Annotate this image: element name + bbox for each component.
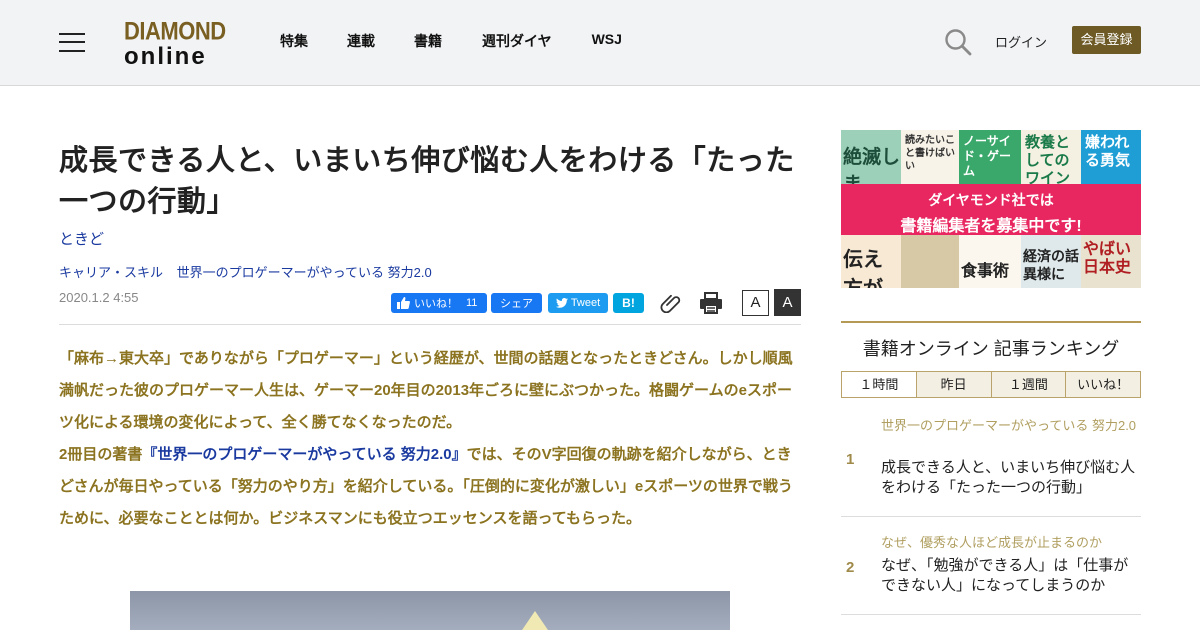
- author-link[interactable]: ときど: [59, 228, 104, 249]
- tweet-button[interactable]: Tweet: [548, 293, 608, 313]
- facebook-like-button[interactable]: いいね！ 11: [391, 293, 487, 313]
- ranking-item[interactable]: 2 なぜ、優秀な人ほど成長が止まるのか なぜ、「勉強ができる人」は「仕事ができな…: [841, 534, 1141, 614]
- hatena-bookmark-button[interactable]: B!: [613, 293, 644, 313]
- lead-paragraph-2: 2冊目の著書『世界一のプロゲーマーがやっている 努力2.0』では、そのV字回復の…: [59, 439, 801, 535]
- twitter-bird-icon: [555, 298, 568, 308]
- ad-book-cover: 伝え方が: [841, 235, 901, 288]
- ad-book-cover: 教養としてのワイン: [1021, 130, 1081, 184]
- font-size-large-button[interactable]: A: [774, 289, 801, 316]
- search-icon[interactable]: [944, 28, 972, 56]
- like-label: いいね！: [414, 298, 458, 310]
- facebook-share-button[interactable]: シェア: [491, 293, 542, 313]
- series-link[interactable]: 世界一のプロゲーマーがやっている 努力2.0: [177, 265, 432, 280]
- register-button[interactable]: 会員登録: [1072, 26, 1141, 54]
- ad-book-cover: やばい日本史: [1081, 235, 1141, 288]
- rank-number: 1: [846, 451, 855, 468]
- rank-headline[interactable]: 成長できる人と、いまいち伸び悩む人をわける「たった一つの行動」: [881, 458, 1141, 498]
- nav-item-weekly[interactable]: 週刊ダイヤ: [482, 31, 552, 51]
- site-header: DIAMOND online 特集 連載 書籍 週刊ダイヤ WSJ ログイン 会…: [0, 0, 1200, 86]
- tab-likes[interactable]: いいね！: [1065, 372, 1140, 397]
- article-categories: キャリア・スキル 世界一のプロゲーマーがやっている 努力2.0: [59, 262, 442, 281]
- rank-number: 2: [846, 559, 855, 576]
- article-lead: 「麻布→東大卒」でありながら「プロゲーマー」という経歴が、世間の話題となったとき…: [59, 343, 801, 535]
- share-bar: いいね！ 11 シェア Tweet B!: [391, 293, 644, 313]
- login-link[interactable]: ログイン: [995, 32, 1047, 51]
- logo-line1: DIAMOND: [124, 16, 226, 46]
- ad-book-cover: ノーサイド・ゲーム: [959, 130, 1021, 184]
- ranking-top-border: [841, 321, 1141, 323]
- ad-book-cover: 絶滅しま: [841, 130, 901, 184]
- ranking-title: 書籍オンライン 記事ランキング: [862, 339, 1120, 359]
- ranking-divider: [841, 614, 1141, 615]
- recruit-ad-banner[interactable]: 絶滅しま 読みたいこと書けばいい ノーサイド・ゲーム 教養としてのワイン 嫌われ…: [841, 130, 1141, 288]
- hero-graphic: [520, 611, 550, 630]
- nav-item-features[interactable]: 特集: [280, 31, 308, 51]
- ranking-divider: [841, 516, 1141, 517]
- print-icon[interactable]: [699, 291, 723, 315]
- tweet-label: Tweet: [570, 297, 601, 309]
- category-link[interactable]: キャリア・スキル: [59, 265, 163, 280]
- menu-icon[interactable]: [59, 31, 85, 53]
- ad-book-cover: 嫌われる勇気: [1081, 130, 1141, 184]
- tab-yesterday[interactable]: 昨日: [915, 372, 991, 397]
- logo-line2: online: [124, 43, 207, 70]
- lead-prefix: 2冊目の著書: [59, 446, 143, 463]
- nav-item-wsj[interactable]: WSJ: [592, 31, 622, 51]
- tab-1-hour[interactable]: １時間: [842, 372, 916, 397]
- ranking-tabs: １時間 昨日 １週間 いいね！: [841, 371, 1141, 398]
- font-size-small-button[interactable]: A: [742, 290, 769, 316]
- tab-1-week[interactable]: １週間: [990, 372, 1066, 397]
- clip-icon[interactable]: [659, 291, 681, 314]
- lead-paragraph-1: 「麻布→東大卒」でありながら「プロゲーマー」という経歴が、世間の話題となったとき…: [59, 350, 793, 431]
- article-title: 成長できる人と、いまいち伸び悩む人をわける「たった一つの行動」: [59, 145, 795, 218]
- ad-book-cover: 経済の話 異様に: [1021, 235, 1081, 288]
- ranking-item[interactable]: 1 世界一のプロゲーマーがやっている 努力2.0 成長できる人と、いまいち伸び悩…: [841, 417, 1141, 497]
- ad-book-cover: [901, 235, 959, 288]
- nav-item-series[interactable]: 連載: [347, 31, 375, 51]
- main-nav: 特集 連載 書籍 週刊ダイヤ WSJ: [280, 31, 662, 51]
- rank-series[interactable]: 世界一のプロゲーマーがやっている 努力2.0: [881, 418, 1141, 434]
- ad-book-cover: 読みたいこと書けばいい: [901, 130, 959, 184]
- nav-item-books[interactable]: 書籍: [414, 31, 442, 51]
- divider: [59, 324, 801, 325]
- site-logo[interactable]: DIAMOND online: [124, 16, 228, 70]
- ad-headline: ダイヤモンド社では 書籍編集者を募集中です!: [841, 184, 1141, 235]
- article-hero-image: [130, 591, 730, 630]
- publish-date: 2020.1.2 4:55: [59, 290, 139, 305]
- book-link[interactable]: 『世界一のプロゲーマーがやっている 努力2.0』: [142, 446, 466, 463]
- ad-book-cover: 食事術: [959, 235, 1021, 288]
- rank-headline[interactable]: なぜ、「勉強ができる人」は「仕事ができない人」になってしまうのか: [881, 556, 1141, 596]
- like-count: 11: [466, 297, 478, 309]
- thumbs-up-icon: [397, 297, 410, 309]
- rank-series[interactable]: なぜ、優秀な人ほど成長が止まるのか: [881, 535, 1141, 551]
